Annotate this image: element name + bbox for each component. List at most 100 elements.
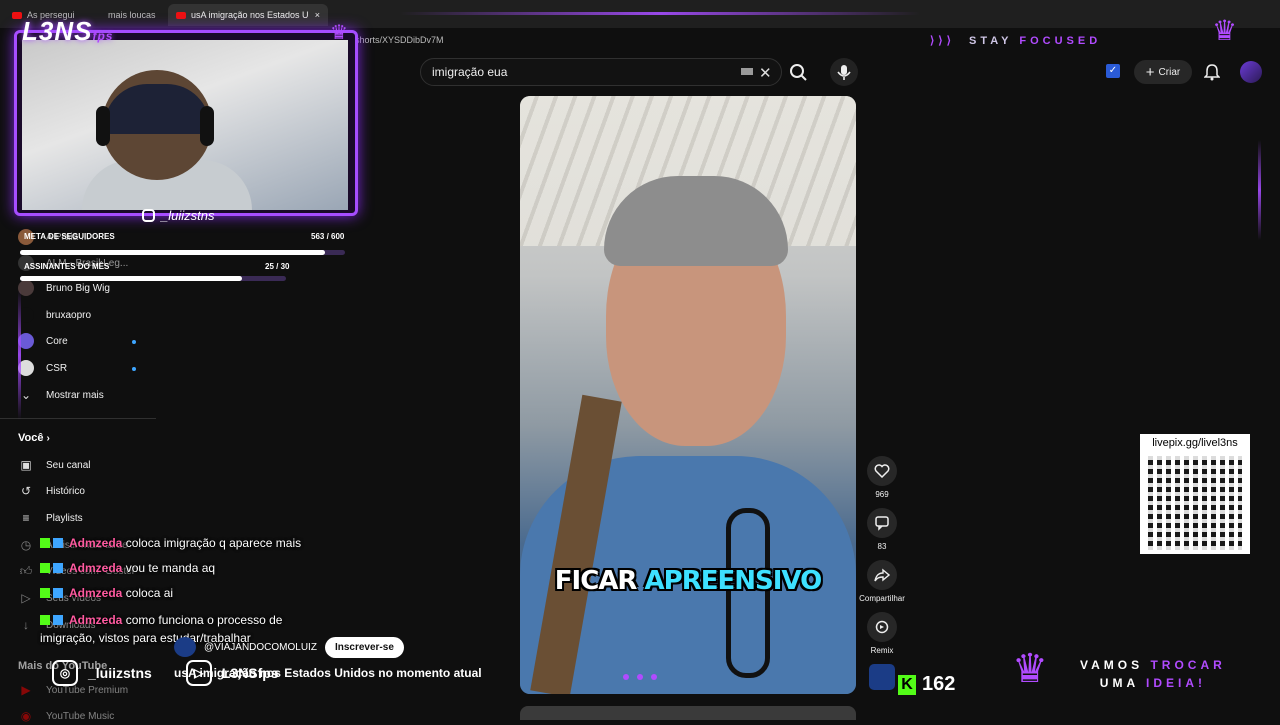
channel-name[interactable]: @VIAJANDOCOMOLUIZ (204, 642, 317, 653)
tab-label: usA imigração nos Estados U (191, 10, 309, 20)
followers-goal-fill (20, 250, 325, 255)
video-caption: FICAR APREENSIVO (520, 566, 856, 596)
share-label: Compartilhar (859, 594, 905, 603)
chat-message: Admzeda coloca ai (40, 586, 173, 600)
remix-label: Remix (870, 646, 894, 655)
heart-icon (867, 456, 897, 486)
sidebar-item-label: Core (46, 335, 68, 347)
extension-check-icon[interactable]: ✓ (1106, 64, 1120, 78)
sidebar-item-music[interactable]: ◉ YouTube Music (18, 707, 114, 725)
l3ns-logo: L3NSfps (22, 16, 113, 47)
subs-goal-fill (20, 276, 242, 281)
chat-message: Admzeda vou te manda aq (40, 561, 215, 575)
dot (637, 674, 643, 680)
dot (623, 674, 629, 680)
neon-edge (1258, 140, 1261, 240)
sidebar-item-playlists[interactable]: ≡ Playlists (18, 509, 82, 527)
comment-icon (867, 508, 897, 538)
clear-search-icon[interactable]: ✕ (759, 64, 772, 82)
banner-word: UMA (1099, 676, 1139, 690)
banner-word: TROCAR (1150, 658, 1226, 672)
chat-text: coloca imigração q aparece mais (125, 536, 302, 550)
instagram-icon (142, 209, 155, 222)
sidebar-item-subscription[interactable]: Bruno Big Wig (18, 279, 110, 297)
stay-text: STAY (969, 35, 1013, 47)
close-icon[interactable]: × (315, 10, 320, 20)
chevron-right-icon: › (46, 433, 50, 444)
share-button[interactable]: Compartilhar (856, 560, 908, 603)
search-button[interactable] (784, 59, 812, 85)
like-button[interactable]: 969 (864, 456, 900, 499)
divider (0, 418, 156, 419)
sidebar-item-your-channel[interactable]: ▣ Seu canal (18, 456, 90, 474)
voice-search-button[interactable] (830, 58, 858, 86)
qr-code (1148, 456, 1242, 550)
create-label: Criar (1158, 66, 1181, 78)
create-button[interactable]: + Criar (1134, 60, 1192, 84)
chat-user: Admzeda (69, 586, 123, 600)
sidebar-show-more[interactable]: ⌄ Mostrar mais (18, 386, 104, 404)
music-icon: ◉ (20, 709, 32, 723)
browser-tab-active[interactable]: usA imigração nos Estados U × (168, 4, 328, 26)
kick-icon: K (898, 674, 916, 695)
kick-badge-icon (40, 563, 50, 573)
sub-badge-icon (53, 538, 63, 548)
subscribe-button[interactable]: Inscrever-se (324, 636, 404, 658)
logo-text: L3NS (22, 16, 93, 46)
banner-line: UMA IDEIA! (1080, 674, 1226, 692)
youtube-icon: ▶ (21, 683, 31, 697)
youtube-icon (12, 11, 22, 19)
address-bar[interactable]: shorts/XYSDDibDv7M (355, 30, 444, 50)
vamos-trocar-banner: VAMOS TROCAR UMA IDEIA! (1080, 656, 1226, 692)
crown-icon: ♛ (1012, 647, 1048, 691)
notifications-button[interactable] (1203, 63, 1221, 86)
keyboard-icon[interactable] (741, 68, 753, 75)
youtube-icon: ▷ (185, 660, 212, 686)
viewer-count: 162 (922, 673, 956, 695)
sub-badge-icon (53, 615, 63, 625)
youtube-handle: L3NSfps (221, 665, 279, 681)
subs-goal-value: 25 / 30 (265, 262, 290, 271)
neon-edge (400, 12, 920, 15)
chat-user: Admzeda (69, 536, 123, 550)
video-icon: ▷ (21, 591, 31, 605)
next-short-preview[interactable] (520, 706, 856, 720)
subs-goal-bar (20, 276, 286, 281)
crown-icon: ♛ (330, 22, 348, 44)
account-avatar[interactable] (1240, 61, 1262, 83)
livepix-qr-card: livepix.gg/livel3ns (1140, 434, 1250, 554)
kick-badge-icon (40, 588, 50, 598)
remix-button[interactable]: Remix (864, 612, 900, 655)
sidebar-item-label: bruxaopro (46, 309, 92, 321)
history-icon: ↺ (20, 484, 32, 498)
followers-goal-bar (20, 250, 345, 255)
sidebar-section-you[interactable]: Você › (18, 432, 50, 444)
focused-text: FOCUSED (1019, 35, 1102, 47)
sidebar-item-label: Seu canal (46, 459, 91, 471)
crown-icon: ♛ (1212, 15, 1238, 46)
search-icon (790, 64, 807, 81)
banner-word: IDEIA! (1146, 676, 1207, 690)
chevrons-icon: ⟩⟩⟩ (930, 35, 955, 47)
sidebar-item-subscription[interactable]: bruxaopro (18, 306, 91, 324)
sidebar-item-label: Histórico (46, 485, 85, 497)
handle-text: _luiizstns (161, 208, 215, 223)
short-video-player[interactable]: FICAR APREENSIVO (520, 96, 856, 694)
social-handles: ◎ _luiizstns ▷ L3NSfps (52, 660, 279, 686)
instagram-icon: ◎ (52, 660, 78, 686)
comments-button[interactable]: 83 (864, 508, 900, 551)
channel-row: @VIAJANDOCOMOLUIZ Inscrever-se (174, 636, 404, 658)
audio-track-thumbnail[interactable] (869, 664, 895, 690)
channel-avatar[interactable] (174, 637, 196, 657)
kick-badge-icon (40, 615, 50, 625)
chat-message: Admzeda coloca imigração q aparece mais (40, 536, 301, 550)
search-input[interactable]: imigração eua (420, 58, 782, 86)
plus-icon: + (1145, 63, 1155, 81)
sidebar-item-subscription[interactable]: CSR (18, 359, 67, 377)
comment-count: 83 (877, 542, 887, 551)
webcam-feed (22, 40, 348, 210)
sidebar-item-subscription[interactable]: Core (18, 332, 68, 350)
neon-edge (18, 290, 21, 420)
stay-focused-banner: ⟩⟩⟩ STAY FOCUSED (930, 34, 1101, 47)
sidebar-item-history[interactable]: ↺ Histórico (18, 482, 85, 500)
